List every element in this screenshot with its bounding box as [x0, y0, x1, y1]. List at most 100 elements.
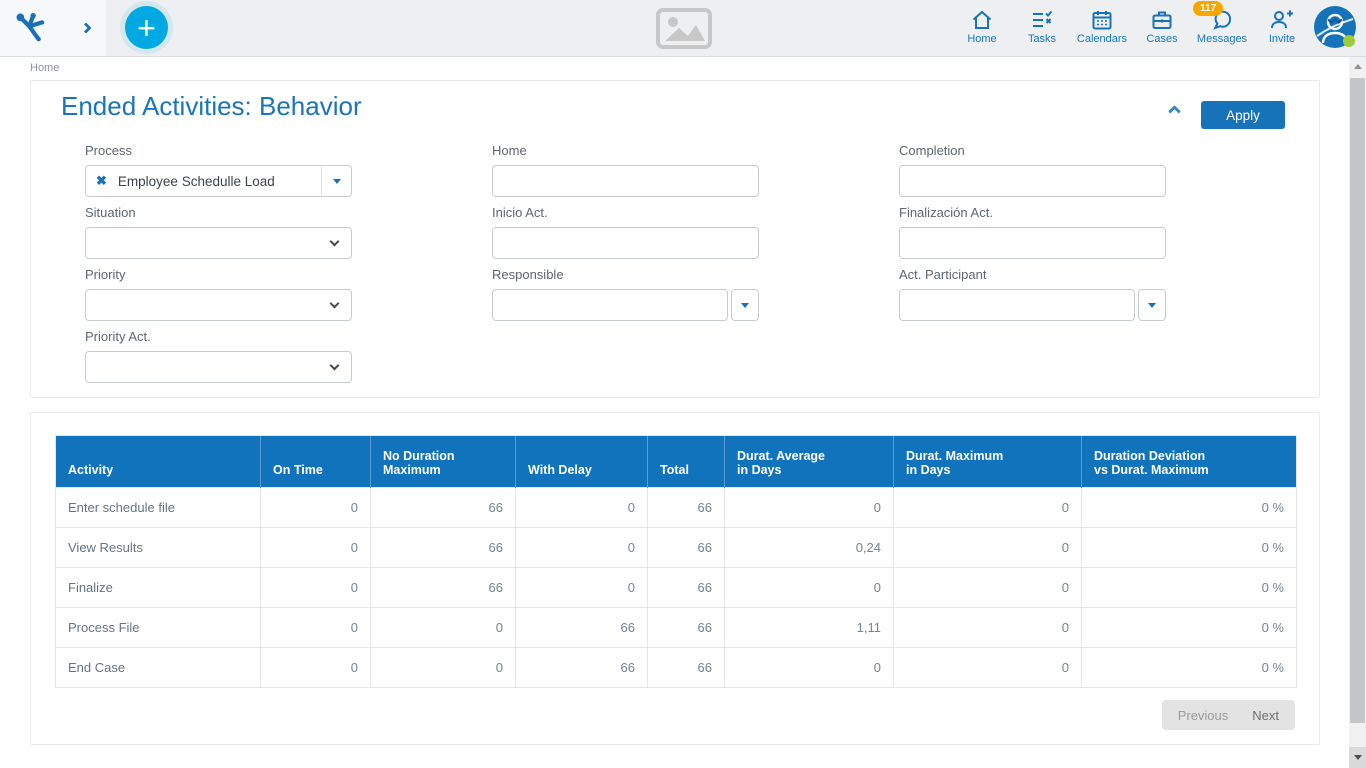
nav-label-home: Home [967, 33, 996, 45]
value-cell: 0 [725, 568, 894, 608]
column-header[interactable]: Durat. Maximum in Days [894, 436, 1082, 488]
column-header[interactable]: Activity [56, 436, 261, 488]
field-completion: Completion [899, 143, 1166, 197]
process-selected-chip[interactable]: ✖ Employee Schedulle Load [85, 165, 322, 197]
field-finalizacion-act: Finalización Act. [899, 205, 1166, 259]
add-new-case-button[interactable]: + [125, 6, 168, 49]
table-row: View Results0660660,2400 % [56, 528, 1297, 568]
field-responsible: Responsible [492, 267, 759, 321]
field-home: Home [492, 143, 759, 197]
column-header[interactable]: Total [648, 436, 725, 488]
value-cell: 0 [894, 488, 1082, 528]
breadcrumb-home-link[interactable]: Home [30, 62, 59, 74]
situation-label: Situation [85, 205, 352, 220]
nav-label-calendars: Calendars [1077, 33, 1127, 45]
value-cell: 0 [516, 568, 648, 608]
activity-cell: End Case [56, 648, 261, 688]
scroll-up-button[interactable] [1349, 57, 1366, 75]
finalizacion-act-input[interactable] [899, 227, 1166, 259]
responsible-dropdown-button[interactable] [731, 289, 759, 321]
value-cell: 1,11 [725, 608, 894, 648]
collapse-filters-button[interactable] [1170, 107, 1179, 116]
field-act-participant: Act. Participant [899, 267, 1166, 321]
vertical-scrollbar[interactable] [1349, 57, 1366, 768]
home-field-label: Home [492, 143, 759, 158]
column-header[interactable]: With Delay [516, 436, 648, 488]
table-row: End Case006666000 % [56, 648, 1297, 688]
topnav-cases[interactable]: Cases [1132, 5, 1192, 45]
scroll-down-button[interactable] [1349, 747, 1366, 768]
value-cell: 0 [894, 568, 1082, 608]
caret-down-icon [1148, 303, 1156, 308]
value-cell: 66 [371, 528, 516, 568]
column-header[interactable]: On Time [261, 436, 371, 488]
process-dropdown-button[interactable] [322, 165, 352, 197]
value-cell: 0 [725, 488, 894, 528]
topnav-calendars[interactable]: Calendars [1072, 5, 1132, 45]
value-cell: 66 [371, 568, 516, 608]
caret-down-icon [333, 179, 341, 184]
topbar: + Home Tasks [0, 0, 1366, 57]
home-input[interactable] [492, 165, 759, 197]
value-cell: 0 [371, 608, 516, 648]
image-placeholder-icon [655, 7, 713, 50]
value-cell: 0 % [1082, 528, 1297, 568]
logo-image-placeholder [655, 7, 713, 50]
chevron-up-icon [1168, 105, 1181, 118]
column-header[interactable]: Durat. Average in Days [725, 436, 894, 488]
value-cell: 0 [261, 608, 371, 648]
responsible-input[interactable] [492, 289, 728, 321]
process-combobox: ✖ Employee Schedulle Load [85, 165, 352, 197]
expand-menu-icon[interactable] [80, 22, 91, 33]
activity-cell: Process File [56, 608, 261, 648]
filter-fields: Process ✖ Employee Schedulle Load Home C… [85, 143, 1319, 383]
column-header[interactable]: Duration Deviation vs Durat. Maximum [1082, 436, 1297, 488]
inicio-act-input[interactable] [492, 227, 759, 259]
value-cell: 66 [648, 488, 725, 528]
briefcase-icon [1150, 5, 1174, 32]
nav-label-cases: Cases [1146, 33, 1177, 45]
next-button[interactable]: Next [1240, 708, 1291, 723]
act-participant-input[interactable] [899, 289, 1135, 321]
act-participant-dropdown-button[interactable] [1138, 289, 1166, 321]
column-header[interactable]: No Duration Maximum [371, 436, 516, 488]
situation-select[interactable] [85, 227, 352, 259]
nav-label-messages: Messages [1197, 33, 1247, 45]
messages-badge: 117 [1193, 1, 1223, 16]
topnav-invite[interactable]: Invite [1252, 5, 1312, 45]
value-cell: 0 [894, 648, 1082, 688]
user-avatar[interactable] [1313, 5, 1359, 51]
topnav-home[interactable]: Home [952, 5, 1012, 45]
value-cell: 66 [648, 568, 725, 608]
chevron-down-icon [330, 361, 340, 371]
app-logo[interactable] [14, 11, 48, 45]
previous-button[interactable]: Previous [1166, 708, 1241, 723]
value-cell: 0 [261, 568, 371, 608]
results-panel: ActivityOn TimeNo Duration MaximumWith D… [30, 412, 1320, 745]
breadcrumb: Home [0, 57, 1349, 79]
priority-select[interactable] [85, 289, 352, 321]
act-participant-combobox [899, 289, 1166, 321]
scrollbar-thumb[interactable] [1350, 78, 1365, 723]
caret-down-icon [741, 303, 749, 308]
field-situation: Situation [85, 205, 352, 259]
chevron-down-icon [330, 237, 340, 247]
field-priority: Priority [85, 267, 352, 321]
inicio-act-label: Inicio Act. [492, 205, 759, 220]
activity-cell: View Results [56, 528, 261, 568]
responsible-label: Responsible [492, 267, 759, 282]
plus-icon: + [137, 12, 156, 44]
value-cell: 0 [261, 488, 371, 528]
remove-process-icon[interactable]: ✖ [96, 173, 107, 189]
apply-button[interactable]: Apply [1201, 101, 1285, 129]
value-cell: 66 [648, 608, 725, 648]
value-cell: 66 [516, 648, 648, 688]
priority-act-label: Priority Act. [85, 329, 352, 344]
completion-input[interactable] [899, 165, 1166, 197]
topnav-messages[interactable]: 117 Messages [1192, 5, 1252, 45]
nav-label-invite: Invite [1269, 33, 1295, 45]
person-add-icon [1269, 5, 1295, 32]
topnav-tasks[interactable]: Tasks [1012, 5, 1072, 45]
priority-act-select[interactable] [85, 351, 352, 383]
topnav: Home Tasks Calendars [952, 5, 1312, 45]
